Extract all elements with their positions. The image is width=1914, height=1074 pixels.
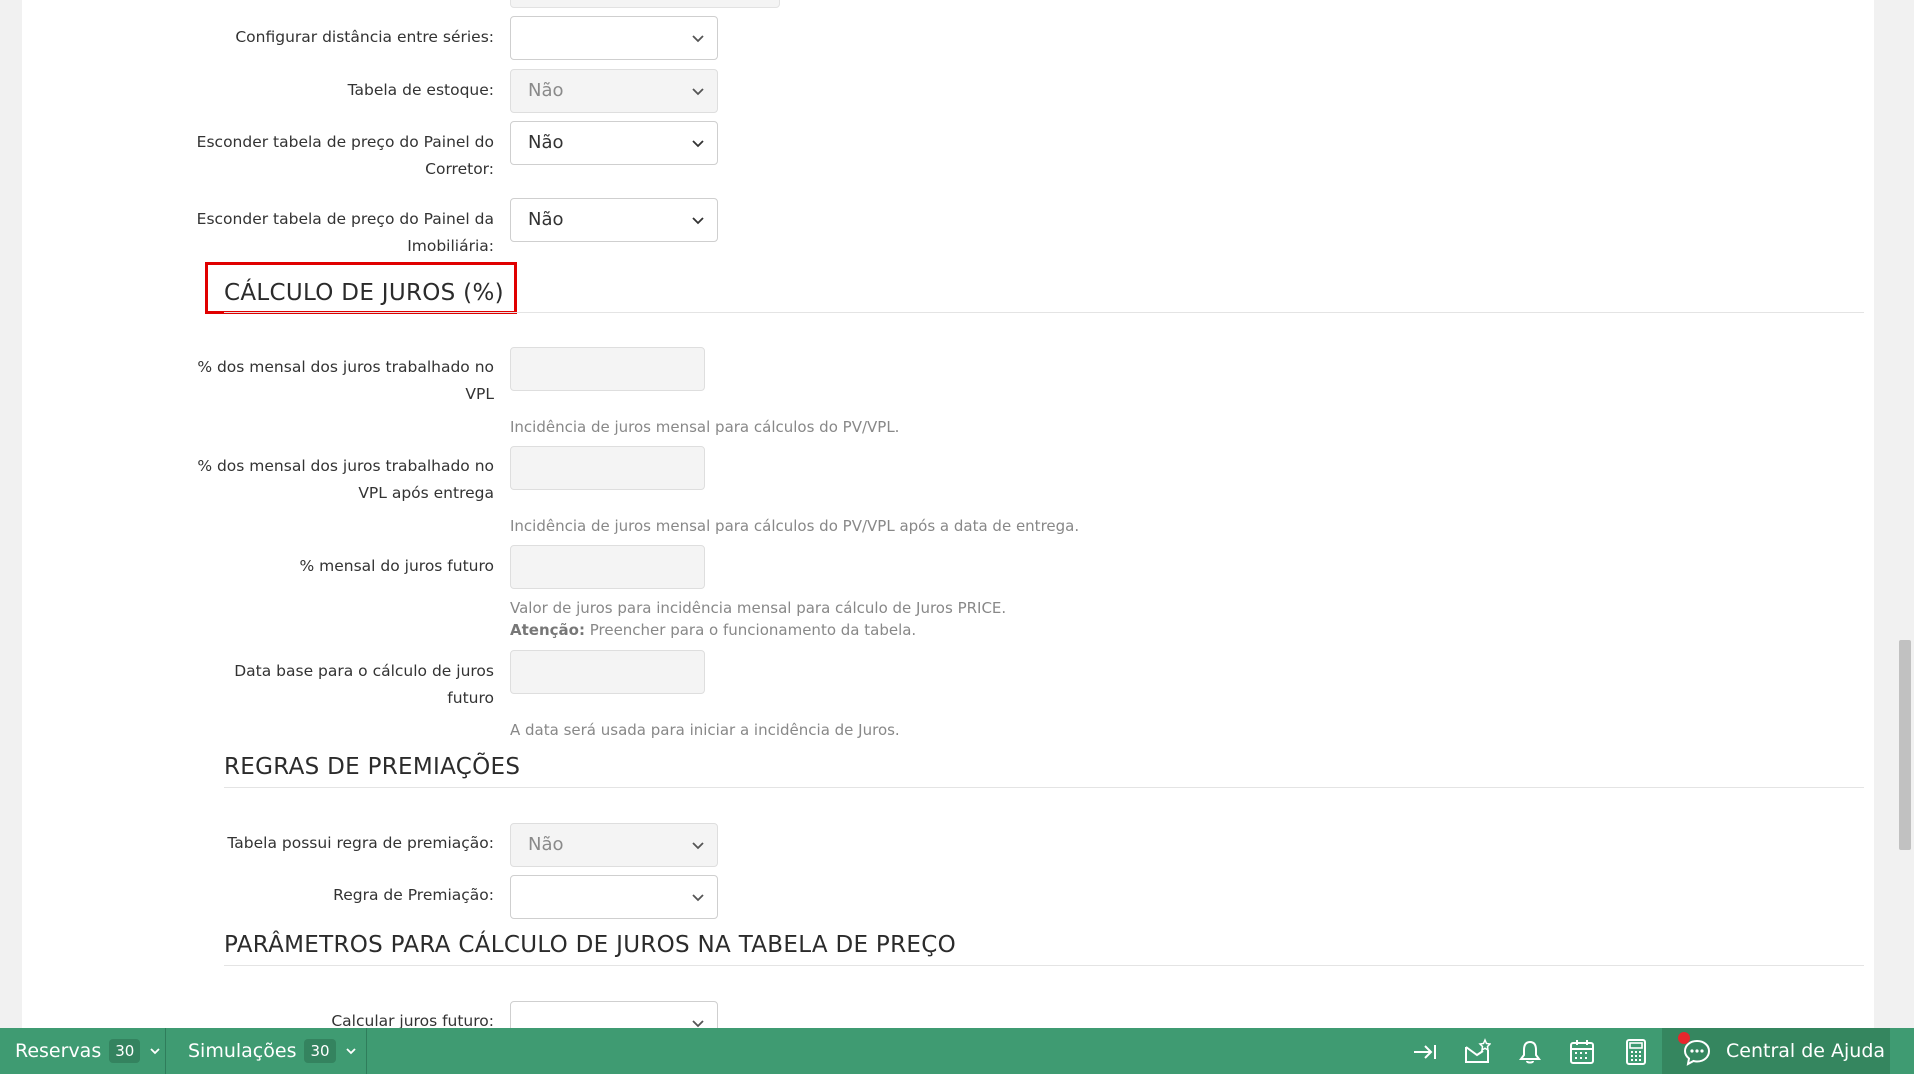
field-label-juros-futuro: % mensal do juros futuro	[299, 557, 494, 575]
simulacoes-count: 30	[304, 1039, 336, 1063]
attention-text: Preencher para o funcionamento da tabela…	[584, 621, 917, 639]
calendar-icon[interactable]	[1568, 1038, 1596, 1066]
central-de-ajuda-button[interactable]: Central de Ajuda	[1662, 1028, 1890, 1074]
attention-label: Atenção:	[510, 621, 585, 639]
simulacoes-dropdown[interactable]: Simulações 30	[188, 1028, 358, 1074]
data-base-input[interactable]	[510, 650, 705, 694]
section-title-premiacoes: REGRAS DE PREMIAÇÕES	[224, 754, 521, 780]
field-label-estoque: Tabela de estoque:	[347, 81, 494, 99]
chevron-down-icon	[692, 842, 704, 850]
chevron-down-icon	[692, 35, 704, 43]
field-label-data-base: Data base para o cálculo de juros futuro	[234, 662, 494, 707]
bell-icon[interactable]	[1516, 1038, 1544, 1066]
calculator-icon[interactable]	[1622, 1038, 1650, 1066]
help-text-juros-vpl: Incidência de juros mensal para cálculos…	[510, 418, 900, 436]
field-label-juros-vpl: % dos mensal dos juros trabalhado no VPL	[197, 358, 494, 403]
section-divider	[224, 965, 1864, 966]
simulacoes-label: Simulações	[188, 1040, 297, 1062]
chevron-down-icon	[692, 1020, 704, 1028]
form-page: Configurar distância entre séries: Tabel…	[22, 0, 1874, 1028]
section-title-parametros: PARÂMETROS PARA CÁLCULO DE JUROS NA TABE…	[224, 932, 956, 958]
juros-vpl-entrega-input[interactable]	[510, 446, 705, 490]
calcular-juros-select[interactable]	[510, 1001, 718, 1028]
reservas-count: 30	[109, 1039, 141, 1063]
field-label-distancia: Configurar distância entre séries:	[235, 28, 494, 46]
attention-note: Atenção: Preencher para o funcionamento …	[510, 619, 916, 641]
field-label-regra-premiacao-tabela: Tabela possui regra de premiação:	[227, 834, 494, 852]
vertical-scrollbar[interactable]	[1896, 0, 1914, 1028]
central-de-ajuda-label: Central de Ajuda	[1726, 1040, 1886, 1062]
chevron-down-icon	[150, 1048, 160, 1055]
help-text-juros-vpl-entrega: Incidência de juros mensal para cálculos…	[510, 517, 1080, 535]
notification-dot	[1678, 1032, 1690, 1044]
reservas-dropdown[interactable]: Reservas 30	[15, 1028, 162, 1074]
bar-divider	[165, 1028, 166, 1074]
juros-vpl-input[interactable]	[510, 347, 705, 391]
juros-futuro-input[interactable]	[510, 545, 705, 589]
painel-corretor-select[interactable]: Não	[510, 121, 718, 165]
help-text-data-base: A data será usada para iniciar a incidên…	[510, 721, 900, 739]
field-label-painel-corretor: Esconder tabela de preço do Painel do Co…	[196, 133, 494, 178]
field-label-calcular-juros: Calcular juros futuro:	[331, 1012, 494, 1028]
chevron-down-icon	[692, 217, 704, 225]
chevron-down-icon	[345, 1048, 356, 1055]
chevron-down-icon	[692, 140, 704, 148]
field-label-juros-vpl-entrega: % dos mensal dos juros trabalhado no VPL…	[197, 457, 494, 502]
reservas-label: Reservas	[15, 1040, 102, 1062]
tabela-estoque-select[interactable]: Não	[510, 69, 718, 113]
collapse-arrow-icon[interactable]	[1411, 1038, 1439, 1066]
bottom-bar: Reservas 30 Simulações 30 Central de Aju…	[0, 1028, 1914, 1074]
chevron-down-icon	[692, 894, 704, 902]
scrollbar-thumb[interactable]	[1899, 640, 1911, 850]
highlight-box	[205, 262, 517, 314]
painel-imobiliaria-select[interactable]: Não	[510, 198, 718, 242]
bar-divider	[366, 1028, 367, 1074]
field-label-regra-premiacao: Regra de Premiação:	[333, 886, 494, 904]
partial-select[interactable]	[510, 0, 780, 8]
distancia-series-select[interactable]	[510, 16, 718, 60]
mail-star-icon[interactable]	[1463, 1038, 1491, 1066]
chevron-down-icon	[692, 88, 704, 96]
section-divider	[224, 312, 1864, 313]
tabela-premiacao-select[interactable]: Não	[510, 823, 718, 867]
regra-premiacao-select[interactable]	[510, 875, 718, 919]
help-text-juros-futuro: Valor de juros para incidência mensal pa…	[510, 599, 1007, 617]
section-divider	[224, 787, 1864, 788]
field-label-painel-imobiliaria: Esconder tabela de preço do Painel da Im…	[196, 210, 494, 255]
